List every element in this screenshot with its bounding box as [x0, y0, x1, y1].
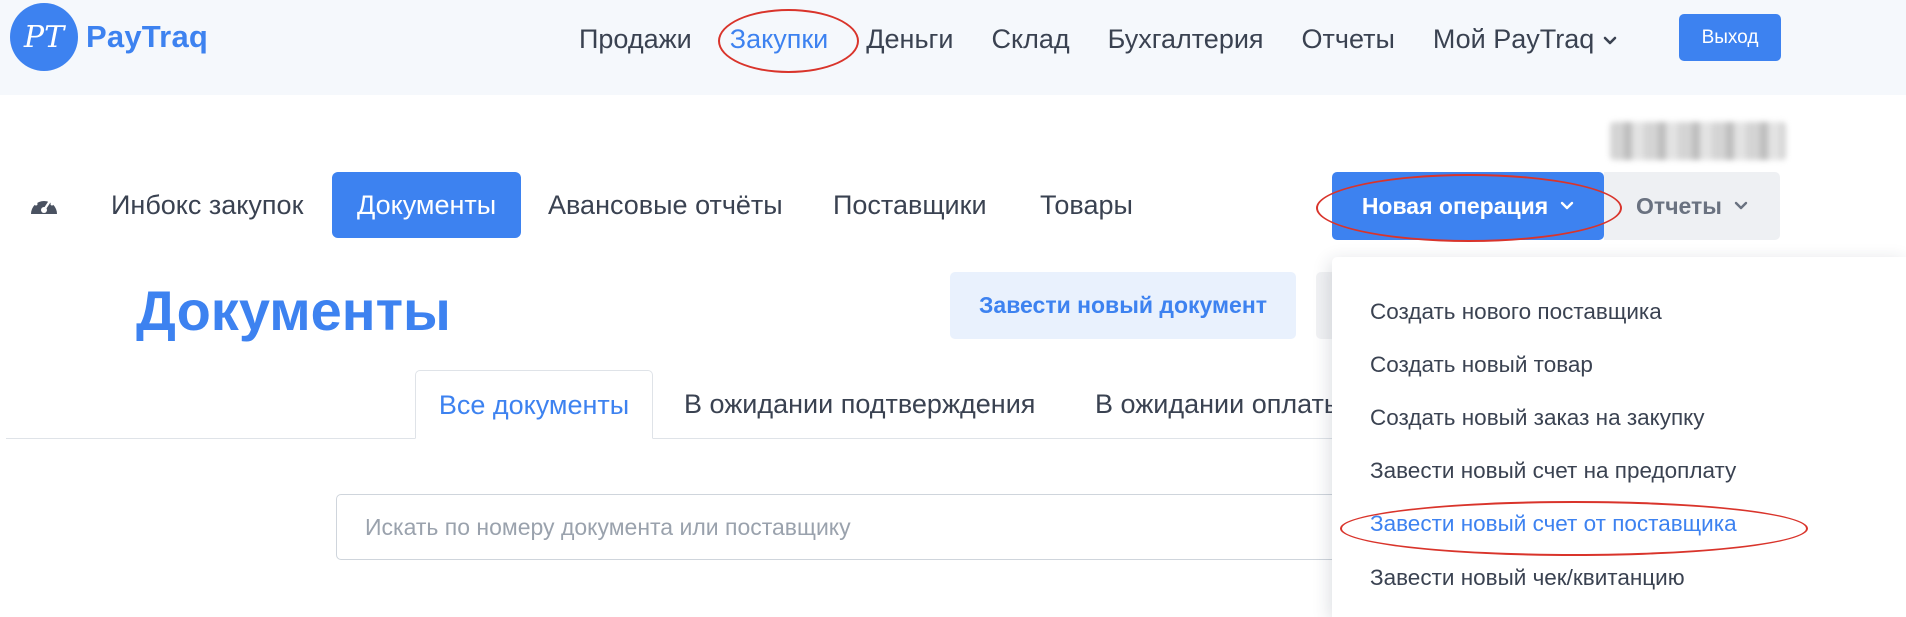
sub-nav-item-advance-reports[interactable]: Авансовые отчёты — [548, 172, 783, 238]
new-operation-label: Новая операция — [1361, 192, 1549, 219]
sub-nav-item-suppliers[interactable]: Поставщики — [833, 172, 987, 238]
menu-item-create-supplier-invoice[interactable]: Завести новый счет от поставщика — [1370, 508, 1737, 540]
reports-dropdown-label: Отчеты — [1636, 192, 1722, 219]
main-nav-item-accounting[interactable]: Бухгалтерия — [1089, 20, 1283, 58]
main-nav-item-my-paytraq[interactable]: Мой PayTraq — [1414, 20, 1637, 58]
chevron-down-icon — [1604, 36, 1617, 45]
main-nav-item-my-paytraq-label: Мой PayTraq — [1432, 24, 1595, 54]
create-document-button[interactable]: Завести новый документ — [950, 272, 1296, 339]
sub-nav-item-products[interactable]: Товары — [1040, 172, 1133, 238]
menu-item-create-receipt[interactable]: Завести новый чек/квитанцию — [1370, 562, 1685, 594]
search-input[interactable] — [336, 494, 1356, 560]
tab-awaiting-confirmation[interactable]: В ожидании подтверждения — [684, 370, 1035, 439]
logo[interactable]: PT PayTraq — [10, 3, 208, 71]
menu-item-create-prepayment-invoice[interactable]: Завести новый счет на предоплату — [1370, 455, 1736, 487]
logout-button[interactable]: Выход — [1679, 14, 1781, 61]
tab-all-documents[interactable]: Все документы — [415, 370, 653, 439]
logo-mark: PT — [10, 3, 78, 71]
tab-awaiting-payment[interactable]: В ожидании оплаты — [1095, 370, 1343, 439]
main-nav-item-warehouse[interactable]: Склад — [972, 20, 1088, 58]
main-nav: Продажи Закупки Деньги Склад Бухгалтерия… — [560, 20, 1637, 58]
new-operation-button[interactable]: Новая операция — [1332, 172, 1604, 240]
dashboard-gauge-icon[interactable] — [27, 190, 61, 220]
chevron-down-icon — [1560, 201, 1574, 210]
page-title: Документы — [136, 279, 451, 342]
menu-item-create-product[interactable]: Создать новый товар — [1370, 349, 1593, 381]
blurred-user-name — [1610, 122, 1786, 160]
logo-text: PayTraq — [86, 19, 209, 54]
menu-item-create-supplier[interactable]: Создать нового поставщика — [1370, 296, 1662, 328]
sub-nav-item-documents[interactable]: Документы — [332, 172, 522, 238]
top-bar: PT PayTraq Продажи Закупки Деньги Склад … — [0, 0, 1906, 95]
chevron-down-icon — [1734, 201, 1748, 210]
sub-nav-item-purchase-inbox[interactable]: Инбокс закупок — [111, 172, 303, 238]
reports-dropdown-button[interactable]: Отчеты — [1604, 172, 1780, 240]
main-nav-item-reports[interactable]: Отчеты — [1283, 20, 1414, 58]
menu-item-create-purchase-order[interactable]: Создать новый заказ на закупку — [1370, 402, 1705, 434]
main-nav-item-money[interactable]: Деньги — [847, 20, 972, 58]
new-operation-menu: Создать нового поставщика Создать новый … — [1332, 257, 1906, 617]
main-nav-item-purchases[interactable]: Закупки — [711, 20, 847, 58]
main-nav-item-sales[interactable]: Продажи — [560, 20, 711, 58]
